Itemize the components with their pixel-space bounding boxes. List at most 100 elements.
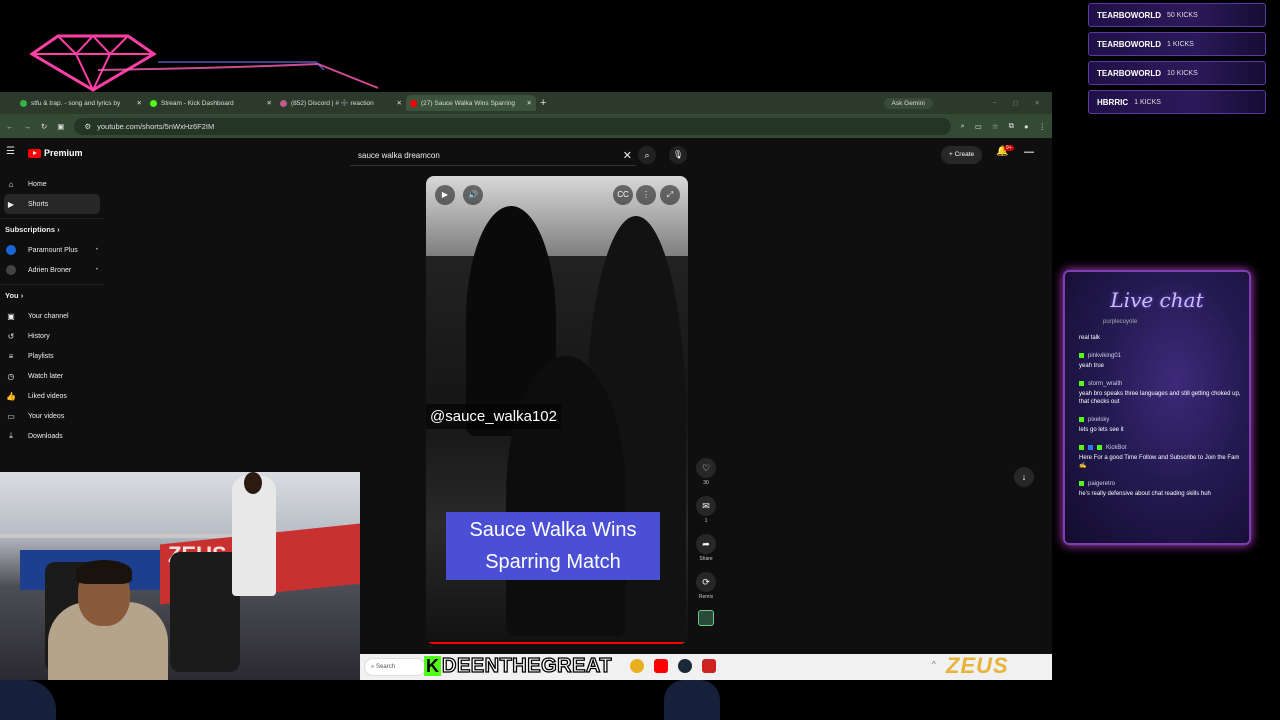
tray-chevron-icon[interactable]: ^ <box>932 660 936 669</box>
remix-label: Remix <box>698 594 714 600</box>
close-icon[interactable]: ✕ <box>397 99 402 107</box>
hamburger-menu-icon[interactable]: ☰ <box>6 146 15 157</box>
url-field[interactable]: ⚙ youtube.com/shorts/5nWxHz6F2IM <box>74 117 951 135</box>
side-panel-icon[interactable]: ▣ <box>57 122 64 131</box>
window-controls: – ▢ ✕ <box>993 99 1040 107</box>
create-button[interactable]: + Create <box>941 146 983 164</box>
youtube-logo[interactable]: Premium <box>28 148 83 158</box>
clear-search-icon[interactable]: ✕ <box>623 149 632 162</box>
taskbar: ⌕ Search K DEENTHEGREAT ^ ZEUS <box>360 654 1052 680</box>
history-icon: ↺ <box>7 331 15 341</box>
close-icon[interactable]: ✕ <box>137 99 142 107</box>
like-button[interactable]: ♡ <box>696 458 716 478</box>
captions-button[interactable]: CC <box>613 185 633 205</box>
sidebar-item-your-videos[interactable]: ▭ Your videos <box>0 406 104 426</box>
sidebar-item-playlists[interactable]: ≡ Playlists <box>0 346 104 366</box>
back-icon[interactable]: ← <box>6 122 14 131</box>
cast-icon[interactable]: ▭ <box>975 122 982 131</box>
account-avatar[interactable]: ▬▬ <box>1024 149 1038 158</box>
kick-alert: HBRRIC 1 KICKS <box>1088 90 1266 114</box>
profile-icon[interactable]: ● <box>1024 122 1029 131</box>
chat-message: storm_wraith yeah bro speaks three langu… <box>1079 380 1241 405</box>
shorts-icon: ▶ <box>7 199 15 209</box>
mute-button[interactable]: 🔊 <box>463 185 483 205</box>
sidebar-item-shorts[interactable]: ▶ Shorts <box>4 194 100 214</box>
bookmark-star-icon[interactable]: ☆ <box>992 122 999 131</box>
search-button[interactable]: ⌕ <box>638 146 656 164</box>
maximize-icon[interactable]: ▢ <box>1012 99 1018 107</box>
reload-icon[interactable]: ↻ <box>41 122 47 131</box>
sidebar-item-subscription[interactable]: Paramount Plus • <box>0 240 104 260</box>
kicks-alerts: TEARBOWORLD 50 KICKS TEARBOWORLD 1 KICKS T… <box>1088 3 1266 119</box>
arrow-down-icon: ↓ <box>1021 472 1027 482</box>
downloads-icon: ⤓ <box>9 431 13 440</box>
sidebar-item-downloads[interactable]: ⤓ Downloads <box>0 426 104 446</box>
sound-thumbnail[interactable] <box>698 610 714 626</box>
sidebar-item-history[interactable]: ↺ History <box>0 326 104 346</box>
discord-icon <box>280 99 287 107</box>
video-progress-bar[interactable] <box>426 642 688 644</box>
app-icon[interactable] <box>702 659 716 673</box>
search-input[interactable]: sauce walka dreamcon ✕ <box>350 146 636 166</box>
voice-search-button[interactable]: 🎙 <box>669 146 687 164</box>
subscriptions-heading[interactable]: Subscriptions › <box>0 218 104 240</box>
kick-alert: TEARBOWORLD 10 KICKS <box>1088 61 1266 85</box>
sponsor-logo: ZEUS <box>946 653 1009 678</box>
remix-button[interactable]: ⟳ <box>696 572 716 592</box>
share-button[interactable]: ➦ <box>696 534 716 554</box>
sidebar-item-home[interactable]: ⌂ Home <box>0 174 104 194</box>
close-icon[interactable]: ✕ <box>527 99 532 107</box>
search-icon: ⌕ <box>644 150 650 160</box>
minimize-icon[interactable]: – <box>993 99 997 107</box>
site-info-icon[interactable]: ⚙ <box>84 122 91 131</box>
youtube-header: ☰ Premium sauce walka dreamcon ✕ ⌕ 🎙 + Cr… <box>0 138 1052 172</box>
home-icon: ⌂ <box>8 179 14 189</box>
zoom-icon[interactable]: ⌕ <box>961 121 965 131</box>
chat-message: real talk <box>1079 335 1101 341</box>
browser-menu-icon[interactable]: ⋮ <box>1039 122 1047 131</box>
tab-youtube[interactable]: (27) Sauce Walka Wins Sparring ✕ <box>406 95 536 111</box>
tab-kick[interactable]: Stream - Kick Dashboard ✕ <box>146 95 276 111</box>
play-button[interactable]: ▶ <box>435 185 455 205</box>
close-icon[interactable]: ✕ <box>267 99 272 107</box>
tab-discord[interactable]: (852) Discord | # ➕ reaction ✕ <box>276 95 406 111</box>
more-options-icon[interactable]: ⋮ <box>636 185 656 205</box>
overlay-decoration <box>0 680 56 720</box>
new-tab-button[interactable]: + <box>540 97 546 109</box>
youtube-icon[interactable] <box>654 659 668 673</box>
extensions-icon[interactable]: ⧉ <box>1009 121 1014 131</box>
ask-gemini-button[interactable]: Ask Gemini <box>883 97 933 109</box>
sidebar-item-watch-later[interactable]: ◷ Watch later <box>0 366 104 386</box>
sidebar-item-your-channel[interactable]: ▣ Your channel <box>0 306 104 326</box>
verified-badge-icon <box>1097 445 1102 450</box>
notification-count-badge: 9+ <box>1004 145 1014 151</box>
steam-icon[interactable] <box>678 659 692 673</box>
sidebar-item-subscription[interactable]: Adrien Broner • <box>0 260 104 280</box>
close-window-icon[interactable]: ✕ <box>1035 99 1040 107</box>
comments-button[interactable]: ✉ <box>696 496 716 516</box>
chrome-icon[interactable] <box>630 659 644 673</box>
fullscreen-icon[interactable]: ⤢ <box>660 185 680 205</box>
kick-badge-icon <box>1079 417 1084 422</box>
chat-message: KickBot Here For a good Time Follow and … <box>1079 444 1240 469</box>
live-chat-title: Live chat <box>1110 288 1204 312</box>
overlay-decoration <box>664 680 720 720</box>
kick-badge-icon <box>1079 353 1084 358</box>
youtube-icon <box>410 99 417 107</box>
next-short-button[interactable]: ↓ <box>1014 467 1034 487</box>
taskbar-apps <box>630 659 716 673</box>
kick-badge-icon <box>1079 381 1084 386</box>
chat-messages: real talk pinkviking01 yeah true storm_w… <box>1079 332 1245 507</box>
like-count: 30 <box>703 480 709 486</box>
taskbar-search[interactable]: ⌕ Search <box>364 658 426 676</box>
shorts-player[interactable]: ▶ 🔊 CC ⋮ ⤢ @sauce_walka102 Sauce Walka W… <box>426 176 688 644</box>
you-heading[interactable]: You › <box>0 284 104 306</box>
tab-spotify[interactable]: stfu & trap. - song and lyrics by ✕ <box>16 95 146 111</box>
forward-icon[interactable]: → <box>24 122 32 131</box>
webcam-feed: ZEUS <box>0 472 360 680</box>
kick-icon <box>150 99 157 107</box>
sidebar-item-liked-videos[interactable]: 👍 Liked videos <box>0 386 104 406</box>
tab-bar: stfu & trap. - song and lyrics by ✕ Strea… <box>0 92 1052 114</box>
liked-icon: 👍 <box>6 391 16 401</box>
video-figure <box>506 356 626 636</box>
